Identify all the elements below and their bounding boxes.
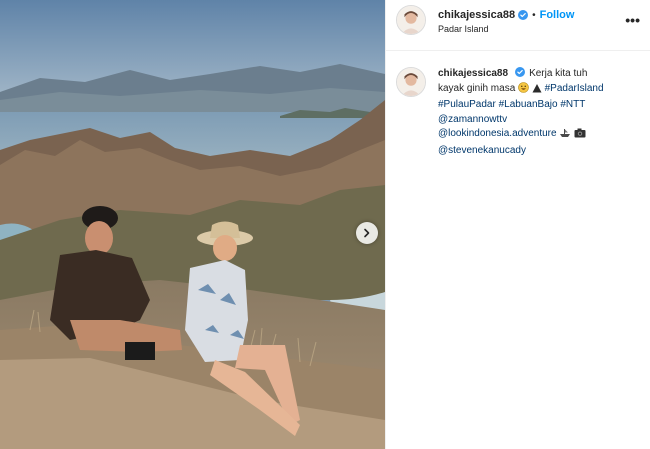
avatar-image <box>397 6 425 34</box>
landscape-photo <box>0 0 385 449</box>
mention-link[interactable]: @lookindonesia.adventure <box>438 128 557 139</box>
camera-emoji-icon <box>574 128 586 144</box>
hashtag-link[interactable]: #PadarIsland <box>545 83 604 94</box>
caption-username[interactable]: chikajessica88 <box>438 68 508 79</box>
boat-emoji-icon <box>559 128 571 144</box>
post-photo[interactable] <box>0 0 385 449</box>
verified-badge-icon <box>518 10 529 20</box>
next-photo-button[interactable] <box>356 222 378 244</box>
separator-dot: • <box>532 9 536 21</box>
mention-link[interactable]: @stevenekanucady <box>438 145 526 156</box>
instagram-post: chikajessica88 • Follow Padar Island ••• <box>0 0 650 449</box>
more-options-icon[interactable]: ••• <box>625 12 640 28</box>
mention-link[interactable]: @zamannowttv <box>438 114 507 125</box>
post-author-username[interactable]: chikajessica88 <box>438 9 515 21</box>
mountain-emoji-icon <box>532 83 542 99</box>
caption-avatar[interactable] <box>396 67 426 97</box>
post-header: chikajessica88 • Follow Padar Island ••• <box>386 0 650 51</box>
hashtag-link[interactable]: #NTT <box>560 99 585 110</box>
caption-comment: chikajessica88 Kerja kita tuh kayak gini… <box>386 51 650 158</box>
header-user-row: chikajessica88 • Follow <box>438 9 574 21</box>
avatar-image <box>397 68 425 96</box>
avatar[interactable] <box>396 5 426 35</box>
chevron-right-icon <box>364 228 370 238</box>
hashtag-link[interactable]: #LabuanBajo <box>499 99 558 110</box>
post-sidebar: chikajessica88 • Follow Padar Island ••• <box>385 0 650 449</box>
hashtag-link[interactable]: #PulauPadar <box>438 99 496 110</box>
verified-badge-icon <box>515 67 526 77</box>
follow-button[interactable]: Follow <box>540 9 575 21</box>
grinning-face-emoji-icon <box>518 81 529 99</box>
caption-text: chikajessica88 Kerja kita tuh kayak gini… <box>438 67 613 158</box>
post-location[interactable]: Padar Island <box>438 24 489 34</box>
